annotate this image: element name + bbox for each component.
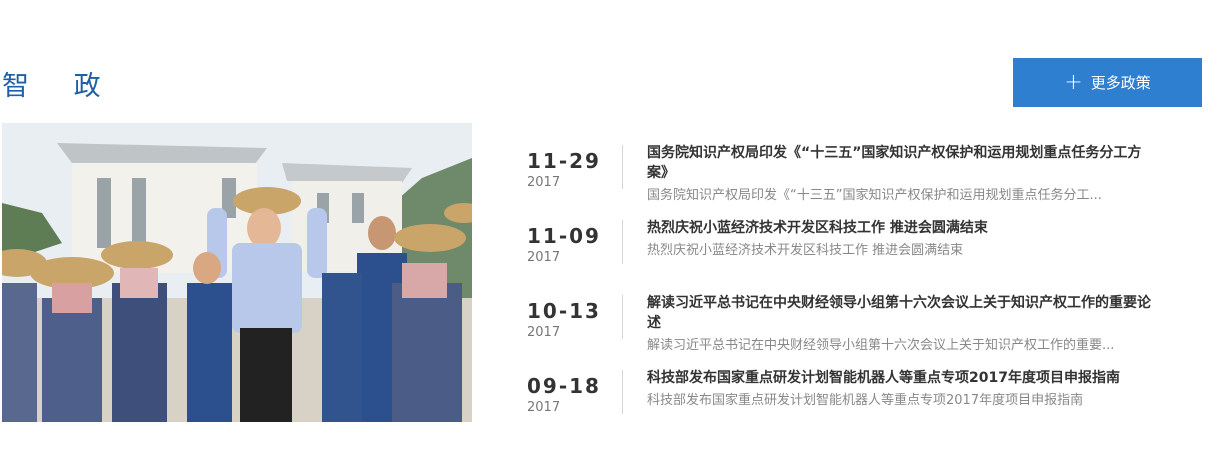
- news-date-year: 2017: [527, 175, 561, 190]
- news-divider: [622, 220, 623, 264]
- news-date: 10-13 2017: [527, 299, 622, 341]
- news-divider: [622, 145, 623, 189]
- news-date: 11-09 2017: [527, 224, 622, 266]
- more-policies-button[interactable]: + 更多政策: [1013, 58, 1202, 107]
- plus-icon: +: [1064, 69, 1083, 95]
- news-date-monthday: 11-29: [527, 149, 601, 173]
- news-date: 09-18 2017: [527, 374, 622, 416]
- featured-photo[interactable]: [2, 123, 472, 422]
- news-date: 11-29 2017: [527, 149, 622, 191]
- news-divider: [622, 370, 623, 414]
- news-summary[interactable]: 科技部发布国家重点研发计划智能机器人等重点专项2017年度项目申报指南: [647, 392, 1162, 410]
- section-title: 智 政: [2, 71, 119, 102]
- more-policies-label: 更多政策: [1090, 74, 1151, 92]
- news-summary[interactable]: 解读习近平总书记在中央财经领导小组第十六次会议上关于知识产权工作的重要...: [647, 337, 1162, 355]
- news-title[interactable]: 解读习近平总书记在中央财经领导小组第十六次会议上关于知识产权工作的重要论述: [647, 293, 1162, 333]
- news-date-year: 2017: [527, 400, 561, 415]
- news-title[interactable]: 热烈庆祝小蓝经济技术开发区科技工作 推进会圆满结束: [647, 218, 1162, 238]
- news-summary[interactable]: 热烈庆祝小蓝经济技术开发区科技工作 推进会圆满结束: [647, 242, 1162, 260]
- news-date-monthday: 11-09: [527, 224, 601, 248]
- news-date-year: 2017: [527, 325, 561, 340]
- featured-photo-image: [2, 123, 472, 422]
- news-summary[interactable]: 国务院知识产权局印发《“十三五”国家知识产权保护和运用规划重点任务分工...: [647, 187, 1162, 205]
- news-title[interactable]: 科技部发布国家重点研发计划智能机器人等重点专项2017年度项目申报指南: [647, 368, 1162, 388]
- news-date-monthday: 09-18: [527, 374, 601, 398]
- news-divider: [622, 295, 623, 339]
- news-title[interactable]: 国务院知识产权局印发《“十三五”国家知识产权保护和运用规划重点任务分工方案》: [647, 143, 1162, 183]
- news-date-year: 2017: [527, 250, 561, 265]
- news-date-monthday: 10-13: [527, 299, 601, 323]
